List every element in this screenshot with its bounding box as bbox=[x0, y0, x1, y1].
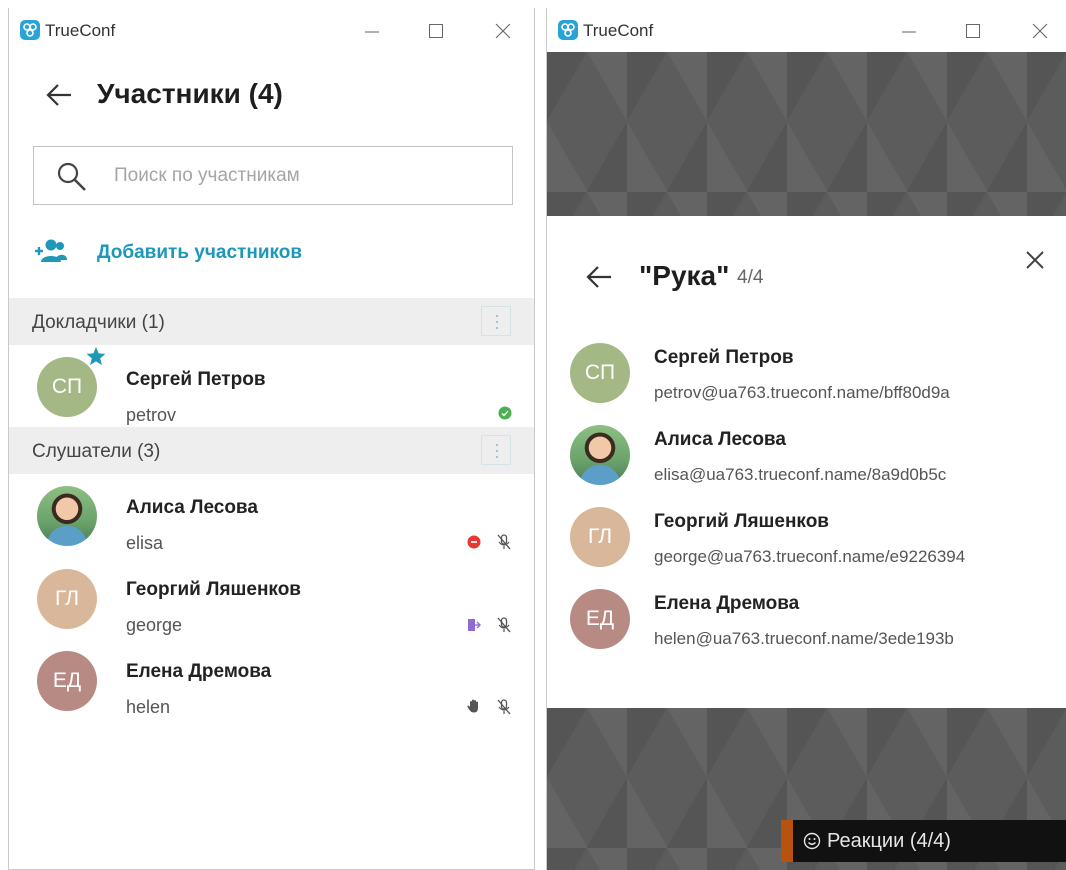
participant-login: helen bbox=[126, 697, 171, 717]
search-icon bbox=[56, 161, 88, 198]
avatar: СП bbox=[570, 343, 630, 403]
add-user-icon bbox=[33, 238, 67, 269]
participant-name: Елена Дремова bbox=[126, 661, 272, 682]
participant-name: Сергей Петров bbox=[654, 347, 794, 368]
participant-row[interactable]: СП Сергей Петров petrov bbox=[9, 345, 534, 427]
participant-name: Сергей Петров bbox=[126, 369, 266, 390]
avatar-photo bbox=[37, 486, 97, 546]
trueconf-logo-icon bbox=[558, 20, 578, 40]
participant-row[interactable]: ГЛ Георгий Ляшенков george@ua763.truecon… bbox=[547, 500, 1066, 582]
section-label: Докладчики (1) bbox=[32, 312, 165, 333]
reactions-label: Реакции (4/4) bbox=[827, 830, 951, 852]
close-icon[interactable] bbox=[1025, 250, 1045, 275]
participant-name: Елена Дремова bbox=[654, 593, 800, 614]
close-window-button[interactable] bbox=[488, 16, 518, 44]
participant-name: Алиса Лесова bbox=[654, 429, 786, 450]
reactions-button[interactable]: Реакции (4/4) bbox=[781, 820, 1066, 862]
avatar: ГЛ bbox=[37, 569, 97, 629]
section-listeners: Слушатели (3) bbox=[9, 427, 534, 474]
panel-title: "Рука" bbox=[639, 260, 730, 291]
section-speakers: Докладчики (1) bbox=[9, 298, 534, 345]
smiley-icon bbox=[803, 832, 821, 855]
section-label: Слушатели (3) bbox=[32, 441, 161, 462]
mic-muted-icon bbox=[496, 698, 512, 721]
participant-row[interactable]: Алиса Лесова elisa@ua763.trueconf.name/8… bbox=[547, 418, 1066, 500]
app-title: TrueConf bbox=[583, 21, 654, 40]
search-field[interactable] bbox=[33, 146, 513, 205]
online-status-icon bbox=[498, 406, 512, 425]
conference-window: TrueConf "Рука" 4/4 СП Сергей Петров pet… bbox=[546, 8, 1066, 870]
add-participants-button[interactable]: Добавить участников bbox=[33, 234, 333, 270]
mic-muted-icon bbox=[496, 533, 512, 556]
page-title: Участники (4) bbox=[97, 78, 283, 109]
minimize-button[interactable] bbox=[357, 16, 387, 44]
app-title: TrueConf bbox=[45, 21, 116, 40]
participant-login: george bbox=[126, 615, 183, 635]
avatar: ЕД bbox=[37, 651, 97, 711]
section-menu-button[interactable] bbox=[481, 306, 511, 336]
participant-login: elisa bbox=[126, 533, 164, 553]
close-window-button[interactable] bbox=[1025, 16, 1055, 44]
avatar-photo bbox=[570, 425, 630, 485]
participant-row[interactable]: ГЛ Георгий Ляшенков george bbox=[9, 558, 534, 640]
back-arrow-icon[interactable] bbox=[45, 82, 73, 113]
hand-raised-panel: "Рука" 4/4 СП Сергей Петров petrov@ua763… bbox=[547, 216, 1066, 708]
search-input[interactable] bbox=[114, 147, 504, 204]
participant-email: george@ua763.trueconf.name/e9226394 bbox=[654, 547, 966, 566]
participant-email: petrov@ua763.trueconf.name/bff80d9a bbox=[654, 383, 950, 402]
participant-name: Георгий Ляшенков bbox=[654, 511, 829, 532]
mic-muted-icon bbox=[496, 616, 512, 639]
panel-count: 4/4 bbox=[737, 267, 764, 288]
back-arrow-icon[interactable] bbox=[585, 264, 613, 295]
moderator-star-icon bbox=[86, 347, 106, 371]
participant-email: elisa@ua763.trueconf.name/8a9d0b5c bbox=[654, 465, 947, 484]
title-bar: TrueConf bbox=[547, 8, 1066, 52]
conference-background bbox=[547, 52, 1066, 216]
participant-row[interactable]: ЕД Елена Дремова helen bbox=[9, 640, 534, 722]
participant-row[interactable]: Алиса Лесова elisa bbox=[9, 476, 534, 558]
trueconf-logo-icon bbox=[20, 20, 40, 40]
participant-row[interactable]: СП Сергей Петров petrov@ua763.trueconf.n… bbox=[547, 336, 1066, 418]
title-bar: TrueConf bbox=[9, 8, 534, 52]
maximize-button[interactable] bbox=[421, 16, 451, 44]
exit-door-icon bbox=[467, 618, 483, 637]
participant-name: Алиса Лесова bbox=[126, 497, 258, 518]
maximize-button[interactable] bbox=[958, 16, 988, 44]
participants-window: TrueConf Участники (4) Добавить участник… bbox=[8, 8, 535, 870]
avatar: ГЛ bbox=[570, 507, 630, 567]
section-menu-button[interactable] bbox=[481, 435, 511, 465]
participant-name: Георгий Ляшенков bbox=[126, 579, 301, 600]
minimize-button[interactable] bbox=[894, 16, 924, 44]
avatar: ЕД bbox=[570, 589, 630, 649]
add-participants-label: Добавить участников bbox=[97, 242, 303, 263]
participant-email: helen@ua763.trueconf.name/3ede193b bbox=[654, 629, 954, 648]
busy-status-icon bbox=[467, 535, 481, 554]
hand-raised-icon bbox=[466, 698, 482, 719]
participant-row[interactable]: ЕД Елена Дремова helen@ua763.trueconf.na… bbox=[547, 582, 1066, 664]
participant-login: petrov bbox=[126, 405, 177, 425]
